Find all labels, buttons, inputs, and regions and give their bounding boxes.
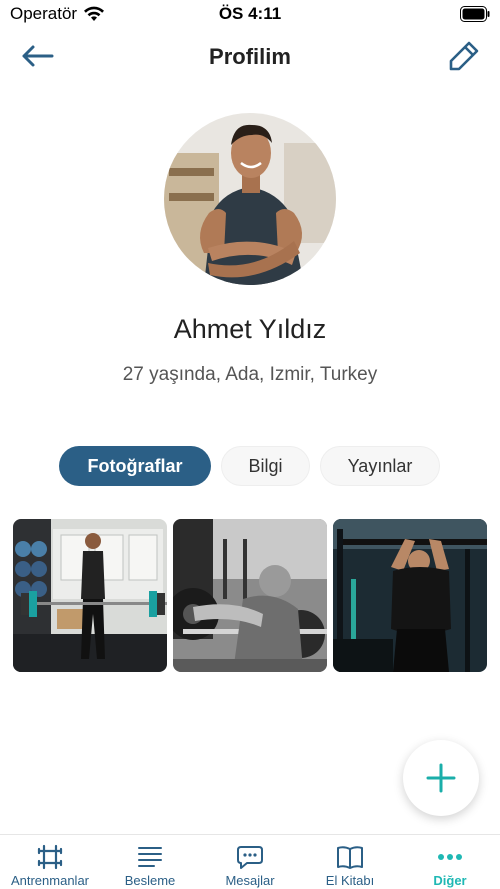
tab-bar-item-messages[interactable]: Mesajlar bbox=[200, 835, 300, 889]
status-bar: Operatör ÖS 4:11 bbox=[0, 0, 500, 30]
tab-bar-item-nutrition[interactable]: Besleme bbox=[100, 835, 200, 889]
page-title: Profilim bbox=[209, 44, 291, 69]
tab-bar-label: Besleme bbox=[124, 873, 176, 888]
profile-avatar bbox=[164, 113, 336, 285]
list-icon bbox=[138, 847, 162, 867]
battery-icon bbox=[460, 6, 490, 22]
add-photo-button[interactable] bbox=[403, 740, 479, 816]
tab-bar-label: Diğer bbox=[433, 873, 467, 888]
plus-icon bbox=[426, 763, 456, 793]
book-icon bbox=[337, 846, 363, 869]
tab-photos[interactable]: Fotoğraflar bbox=[59, 446, 211, 486]
tab-bar-label: Mesajlar bbox=[225, 873, 275, 888]
photo-thumbnail[interactable] bbox=[173, 519, 327, 672]
tab-bar-label: El Kitabı bbox=[325, 873, 375, 888]
tab-info[interactable]: Bilgi bbox=[221, 446, 310, 486]
more-dots-icon bbox=[438, 854, 462, 860]
photo-thumbnail[interactable] bbox=[333, 519, 487, 672]
bottom-tab-bar: Antrenmanlar Besleme Mesajlar El Kitabı … bbox=[0, 834, 500, 889]
profile-name: Ahmet Yıldız bbox=[173, 314, 327, 344]
tab-bar-label: Antrenmanlar bbox=[10, 873, 90, 888]
pencil-icon bbox=[449, 41, 479, 71]
navigation-bar: Profilim bbox=[0, 30, 500, 82]
edit-profile-button[interactable] bbox=[446, 38, 482, 74]
status-time: ÖS 4:11 bbox=[218, 4, 282, 23]
tab-bar-item-more[interactable]: Diğer bbox=[400, 835, 500, 889]
tab-bar-item-workouts[interactable]: Antrenmanlar bbox=[0, 835, 100, 889]
photo-thumbnail[interactable] bbox=[13, 519, 167, 672]
dumbbell-icon bbox=[37, 844, 63, 870]
chat-bubble-icon bbox=[237, 846, 263, 869]
tab-posts[interactable]: Yayınlar bbox=[320, 446, 440, 486]
tab-bar-item-handbook[interactable]: El Kitabı bbox=[300, 835, 400, 889]
profile-location: 27 yaşında, Ada, Izmir, Turkey bbox=[122, 364, 378, 385]
